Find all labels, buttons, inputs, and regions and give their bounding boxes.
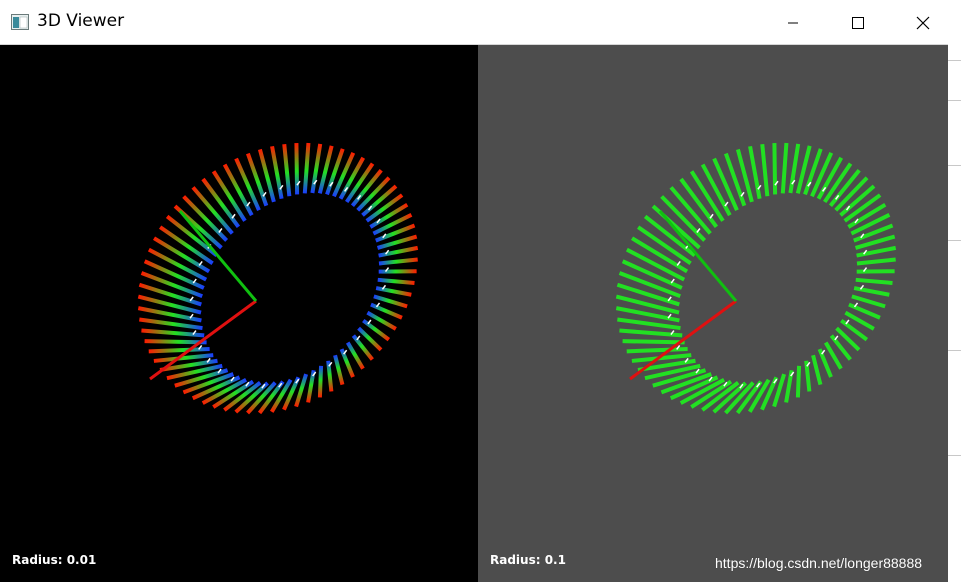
title-bar[interactable]: 3D Viewer (0, 0, 961, 45)
background-window-edge (948, 0, 961, 582)
normal-line (234, 157, 261, 211)
minimize-icon (788, 22, 798, 23)
normal-line (282, 143, 292, 197)
normal-line (310, 143, 323, 194)
normal-line (375, 286, 412, 297)
maximize-button[interactable] (835, 0, 881, 45)
normal-line (712, 157, 739, 211)
radius-label-right: Radius: 0.1 (490, 553, 566, 567)
close-button[interactable] (900, 0, 946, 45)
normal-line (853, 286, 890, 297)
y-axis-line (178, 210, 258, 302)
normal-line (817, 348, 833, 378)
normal-line (795, 365, 802, 398)
point-cloud-normals-rgb (137, 142, 419, 415)
normal-line (317, 365, 324, 398)
normal-line (788, 143, 801, 194)
normal-line (378, 245, 419, 258)
normal-line (144, 339, 207, 345)
normal-line (856, 257, 896, 266)
normal-line (294, 143, 300, 195)
radius-label-left: Radius: 0.01 (12, 553, 97, 567)
normal-line (626, 346, 688, 354)
minimize-button[interactable] (770, 0, 816, 45)
normal-line (138, 282, 202, 307)
normal-line (856, 245, 897, 258)
normal-line (339, 348, 355, 378)
window-title: 3D Viewer (37, 11, 125, 31)
normal-line (148, 346, 210, 354)
watermark-url: https://blog.csdn.net/longer88888 (715, 555, 923, 571)
close-icon (916, 16, 930, 29)
normal-line (760, 143, 770, 197)
normal-line (616, 282, 680, 307)
y-axis-line (658, 210, 738, 302)
app-icon (11, 13, 29, 31)
normal-line (302, 142, 311, 194)
normal-line (748, 145, 762, 200)
maximize-icon (852, 16, 864, 29)
normal-line (270, 145, 284, 200)
normal-line (772, 143, 778, 195)
normal-line (811, 354, 823, 386)
normal-line (855, 277, 893, 285)
point-cloud-normals-green (615, 142, 897, 415)
normal-line (378, 257, 418, 266)
normal-line (377, 277, 415, 285)
normal-line (333, 354, 345, 386)
viewer-window: 3D Viewer Radius: 0.01 Radius: 0.1 https… (0, 0, 961, 582)
viewport-left[interactable]: Radius: 0.01 (0, 45, 478, 582)
normal-line (622, 339, 685, 345)
normal-line (780, 142, 789, 194)
viewport-right[interactable]: Radius: 0.1 (478, 45, 948, 582)
